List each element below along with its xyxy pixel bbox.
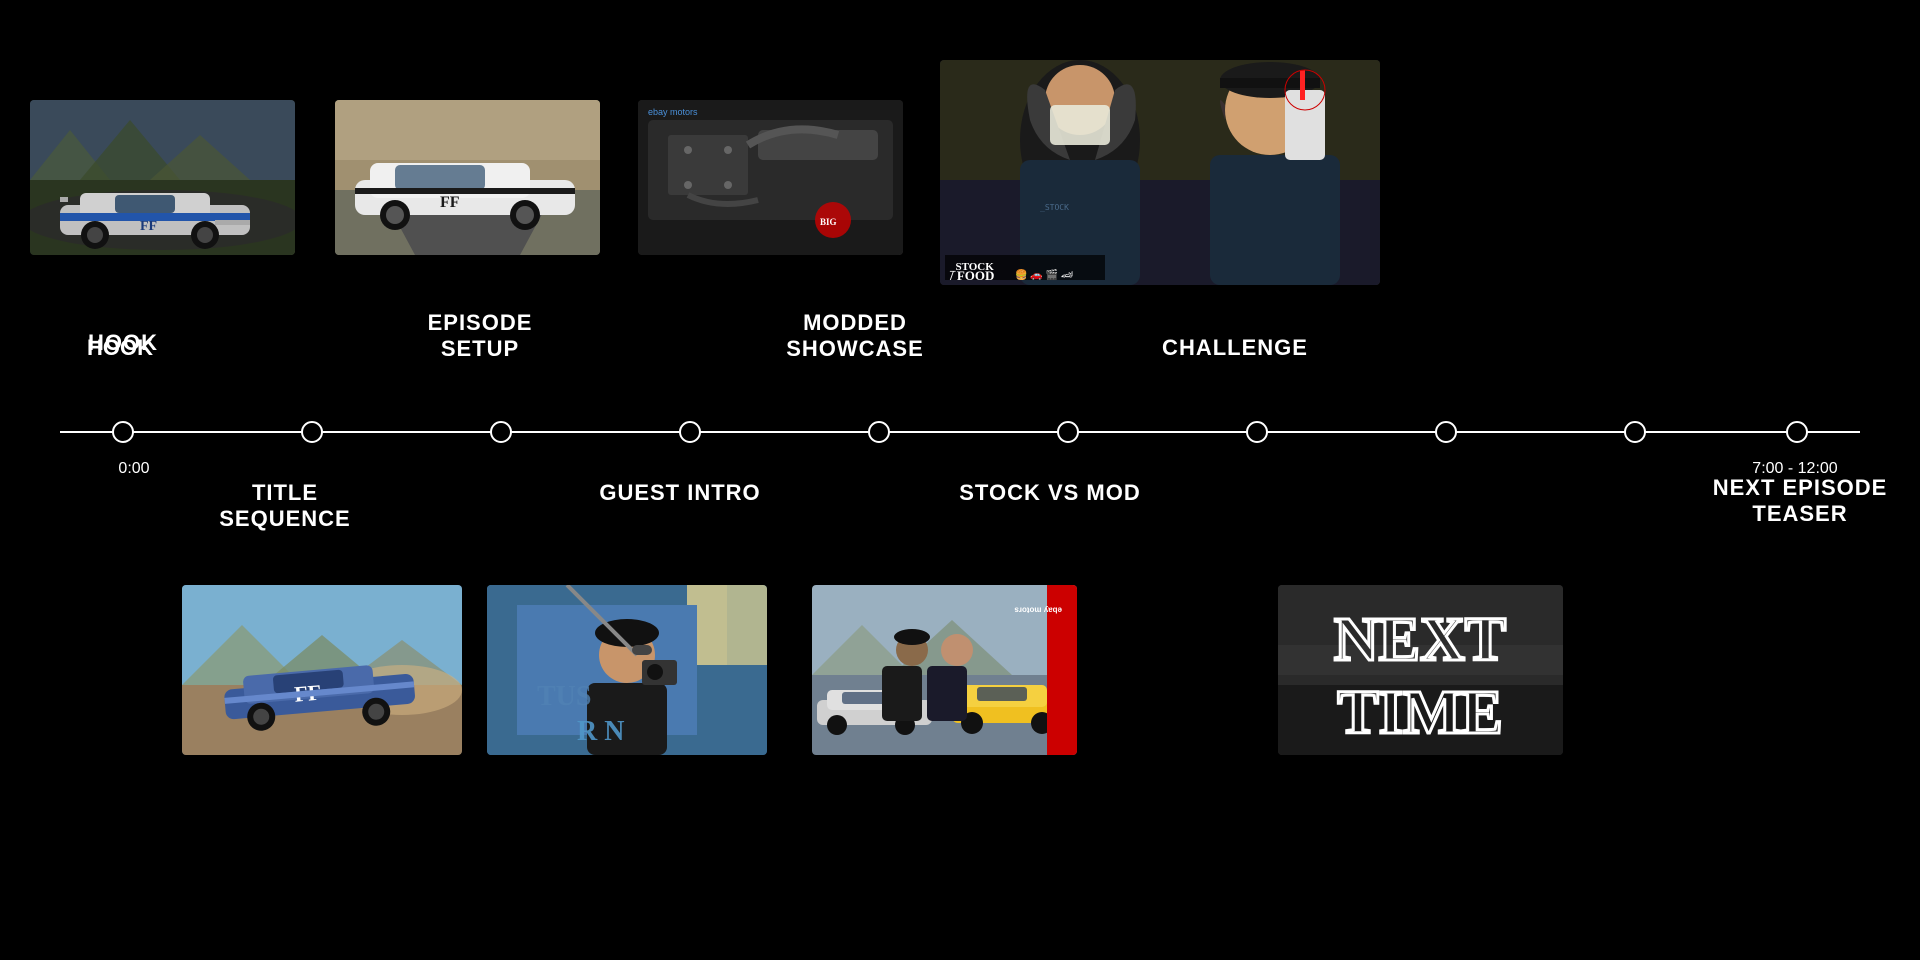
timeline-node-1[interactable] [301,421,323,443]
timeline-line [60,430,1860,434]
challenge-label: CHALLENGE [1162,335,1308,361]
timeline-node-8[interactable] [1624,421,1646,443]
hook-thumbnail[interactable]: FF [30,100,295,255]
timeline-node-4[interactable] [868,421,890,443]
modded-showcase-label: MODDEDSHOWCASE [786,310,924,363]
svg-text:FF: FF [140,219,157,234]
svg-text:🍔 🚗 🎬 🏎: 🍔 🚗 🎬 🏎 [1015,268,1074,281]
episode-setup-thumbnail[interactable]: FF [335,100,600,255]
time-start: 0:00 [118,460,149,478]
guest-intro-label: GUEST INTRO [599,480,760,506]
timeline-container: FF [0,0,1920,960]
svg-text:TUS: TUS [537,681,591,712]
next-episode-teaser-label: NEXT EPISODETEASER [1713,475,1888,528]
stock-vs-mod-thumbnail[interactable]: ebay motors [812,585,1077,755]
modded-showcase-thumbnail[interactable]: ebay motors BIG [638,100,903,255]
svg-text:R N: R N [577,716,624,747]
next-episode-teaser-thumbnail[interactable]: NEXT TIME [1278,585,1563,755]
svg-text:_STOCK: _STOCK [1040,203,1069,212]
challenge-thumbnail[interactable]: _STOCK _STOCK / FOOD 🍔 🚗 🎬 🏎 [940,60,1380,285]
svg-text:BIG: BIG [820,217,837,227]
hook-label: HOOK [87,335,153,361]
stock-vs-mod-label: STOCK VS MOD [959,480,1141,506]
timeline-node-6[interactable] [1246,421,1268,443]
title-sequence-label: TITLESEQUENCE [219,480,350,533]
timeline-node-7[interactable] [1435,421,1457,443]
svg-text:TIME: TIME [1337,679,1502,747]
svg-text:FF: FF [440,194,460,211]
svg-text:NEXT: NEXT [1334,606,1506,674]
timeline-node-0[interactable] [112,421,134,443]
timeline-node-5[interactable] [1057,421,1079,443]
svg-text:ebay motors: ebay motors [648,107,698,117]
title-sequence-thumbnail[interactable]: FF [182,585,462,755]
timeline-node-3[interactable] [679,421,701,443]
time-end: 7:00 - 12:00 [1752,460,1837,478]
episode-setup-label: EPISODESETUP [428,310,533,363]
guest-intro-thumbnail[interactable]: TUS R N [487,585,767,755]
svg-text:ebay motors: ebay motors [1014,606,1062,615]
timeline-node-9[interactable] [1786,421,1808,443]
svg-text:/ FOOD: / FOOD [949,268,994,283]
timeline-node-2[interactable] [490,421,512,443]
